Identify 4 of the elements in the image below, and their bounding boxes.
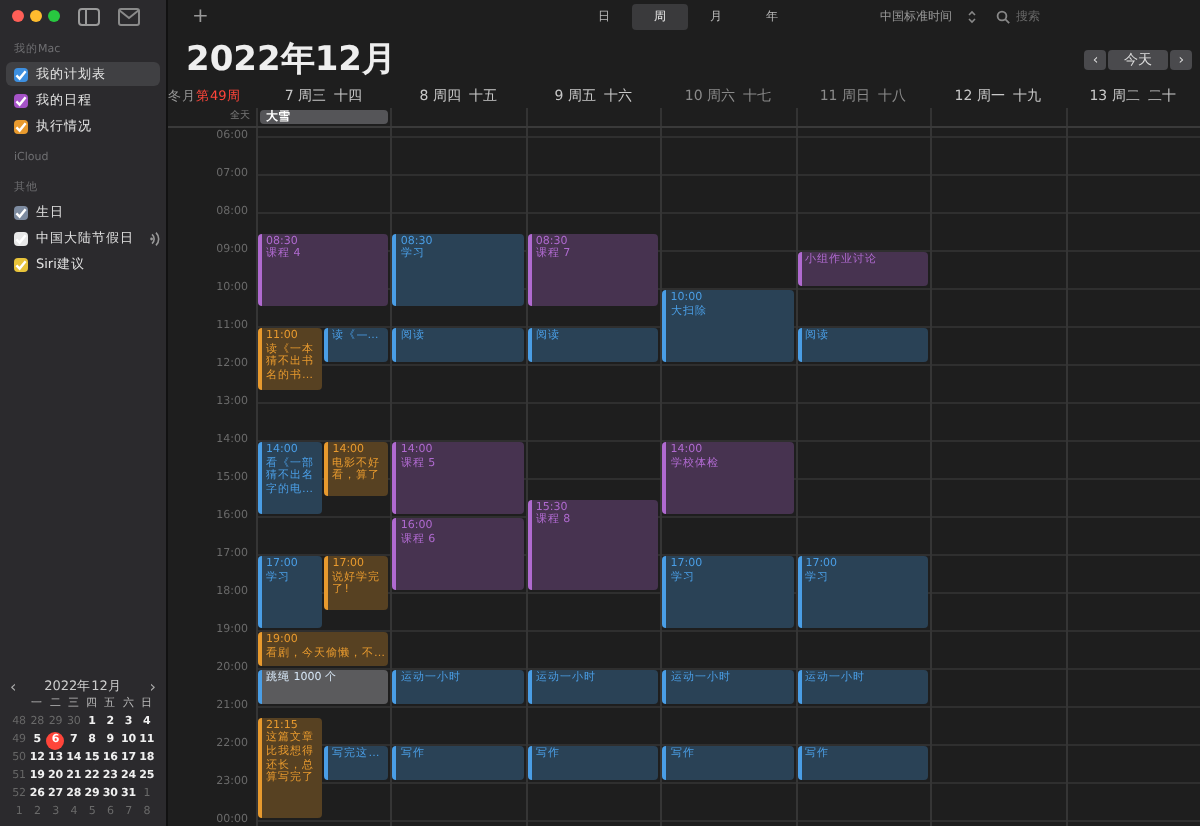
month-title: 2022年12月 [186,38,396,82]
add-event-button[interactable]: + [192,6,216,28]
next-month-button[interactable]: › [149,677,156,695]
previous-month-button[interactable]: ‹ [10,677,17,695]
